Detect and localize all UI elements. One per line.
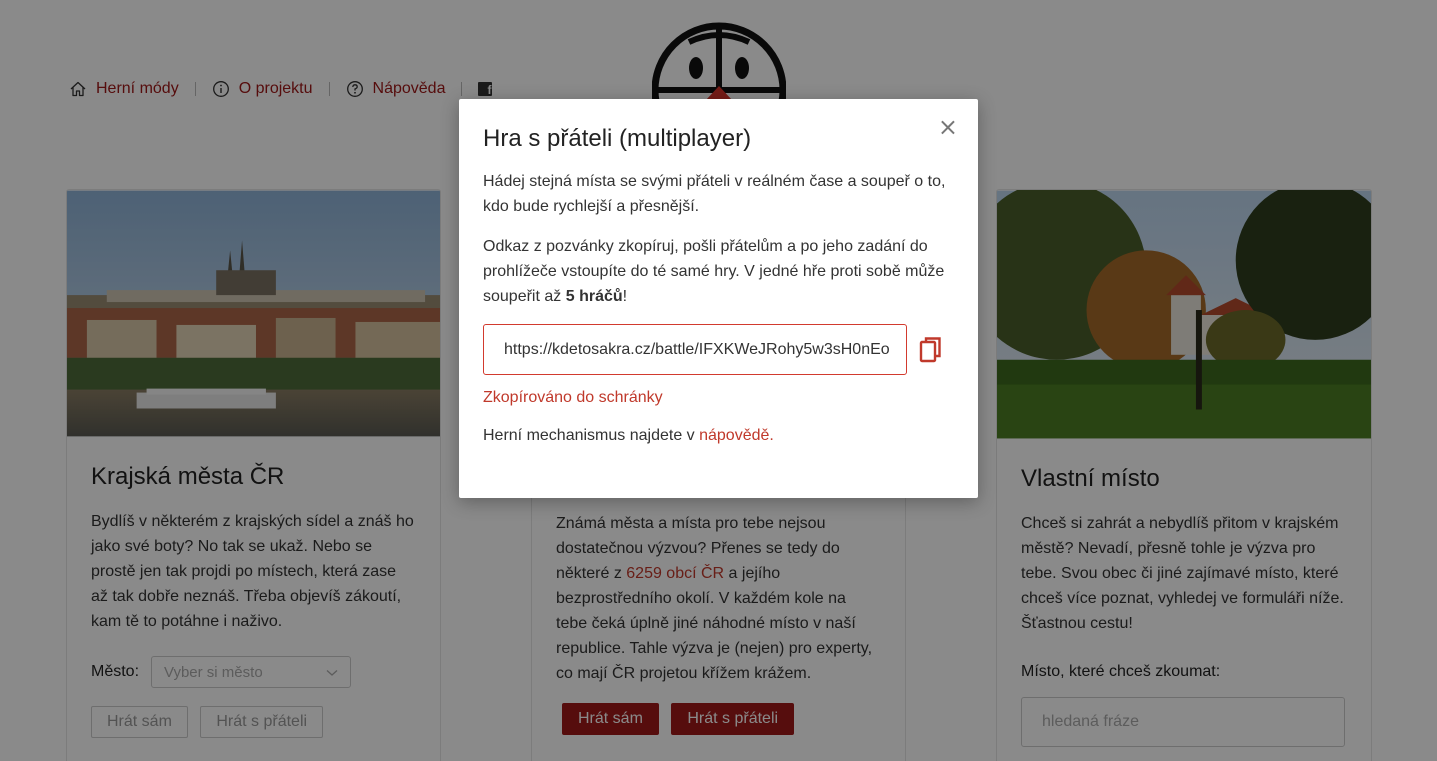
- modal-title: Hra s přáteli (multiplayer): [483, 125, 752, 152]
- close-icon[interactable]: ×: [938, 115, 958, 139]
- help-link[interactable]: nápovědě.: [699, 427, 774, 444]
- modal-footer: Herní mechanismus najdete v nápovědě.: [483, 423, 954, 448]
- max-players: 5 hráčů: [565, 288, 623, 305]
- modal-instructions: Odkaz z pozvánky zkopíruj, pošli přátelů…: [483, 234, 954, 309]
- modal-footer-text: Herní mechanismus najdete v: [483, 427, 700, 444]
- modal-instructions-end: !: [622, 288, 628, 305]
- modal-description: Hádej stejná místa se svými přáteli v re…: [483, 173, 946, 215]
- copy-icon[interactable]: [919, 336, 943, 364]
- copied-message: Zkopírováno do schránky: [483, 389, 663, 406]
- modal-instructions-start: Odkaz z pozvánky zkopíruj, pošli přátelů…: [483, 238, 945, 305]
- invite-url-field[interactable]: https://kdetosakra.cz/battle/IFXKWeJRohy…: [483, 324, 907, 375]
- multiplayer-modal: × Hra s přáteli (multiplayer) Hádej stej…: [459, 99, 978, 498]
